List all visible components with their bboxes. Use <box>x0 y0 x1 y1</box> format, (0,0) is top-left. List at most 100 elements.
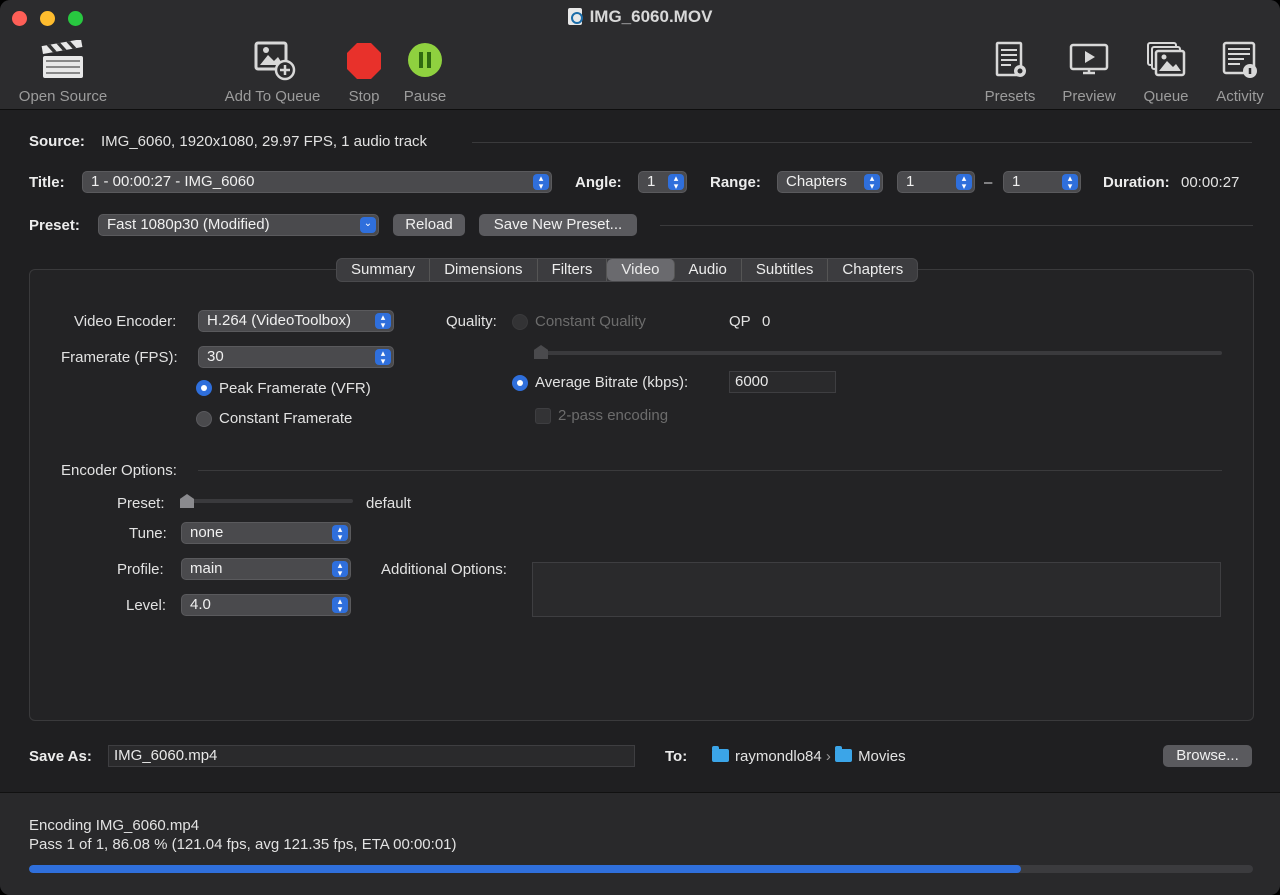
movie-file-icon <box>567 8 583 25</box>
tab-filters[interactable]: Filters <box>538 259 608 281</box>
framerate-value: 30 <box>207 348 224 365</box>
range-type-select[interactable]: Chapters ▴ ▾ <box>777 171 883 193</box>
preview-label: Preview <box>1062 88 1116 105</box>
add-to-queue-label: Add To Queue <box>224 88 321 105</box>
level-label: Level: <box>126 597 167 614</box>
app-window: IMG_6060.MOV Open Source Add To Queue St… <box>0 0 1280 895</box>
encoder-preset-slider-track[interactable] <box>181 499 353 503</box>
queue-button[interactable]: Queue <box>1138 40 1194 105</box>
additional-options-textarea[interactable] <box>532 562 1221 617</box>
movies-folder-icon <box>835 746 853 762</box>
qp-value: 0 <box>762 313 771 330</box>
preview-button[interactable]: Preview <box>1058 40 1120 105</box>
two-pass-checkbox[interactable] <box>535 408 551 424</box>
add-to-queue-button[interactable]: Add To Queue <box>220 40 325 105</box>
level-select[interactable]: 4.0 ▴ ▾ <box>181 594 351 616</box>
preset-select-value: Fast 1080p30 (Modified) <box>107 216 270 233</box>
pause-button[interactable]: Pause <box>400 40 450 105</box>
updown-arrow-icon: ▴ ▾ <box>332 597 348 614</box>
toolbar: IMG_6060.MOV Open Source Add To Queue St… <box>0 0 1280 110</box>
presets-icon <box>995 41 1026 77</box>
chevron-down-icon: ⌄ <box>360 217 376 233</box>
save-as-label: Save As: <box>29 748 92 765</box>
path-user: raymondlo84 <box>735 748 822 765</box>
updown-arrow-icon: ▴ ▾ <box>332 525 348 542</box>
save-as-input[interactable]: IMG_6060.mp4 <box>108 745 635 767</box>
encoder-options-divider <box>198 470 1222 471</box>
tab-subtitles[interactable]: Subtitles <box>742 259 829 281</box>
range-end-select[interactable]: 1 ▴ ▾ <box>1003 171 1081 193</box>
average-bitrate-input[interactable]: 6000 <box>729 371 836 393</box>
status-line-2: Pass 1 of 1, 86.08 % (121.04 fps, avg 12… <box>29 836 457 853</box>
video-encoder-label: Video Encoder: <box>74 313 177 330</box>
quality-slider-track[interactable] <box>536 351 1222 355</box>
duration-value: 00:00:27 <box>1181 174 1240 191</box>
presets-label: Presets <box>984 88 1036 105</box>
open-source-button[interactable]: Open Source <box>14 40 112 105</box>
open-source-label: Open Source <box>18 88 108 105</box>
reload-button[interactable]: Reload <box>393 214 465 236</box>
activity-button[interactable]: Activity <box>1208 40 1272 105</box>
add-to-queue-icon <box>254 41 295 81</box>
preview-icon <box>1069 43 1109 75</box>
title-select-value: 1 - 00:00:27 - IMG_6060 <box>91 173 255 190</box>
title-select[interactable]: 1 - 00:00:27 - IMG_6060 ▴ ▾ <box>82 171 552 193</box>
range-start-value: 1 <box>906 173 915 190</box>
updown-arrow-icon: ▴ ▾ <box>956 174 972 191</box>
destination-path[interactable]: raymondlo84 › Movies <box>712 746 906 765</box>
home-folder-icon <box>712 746 729 762</box>
presets-button[interactable]: Presets <box>980 40 1040 105</box>
tab-audio[interactable]: Audio <box>675 259 742 281</box>
updown-arrow-icon: ▴ ▾ <box>533 174 549 191</box>
video-settings-panel <box>29 269 1254 721</box>
updown-arrow-icon: ▴ ▾ <box>1062 174 1078 191</box>
tab-dimensions[interactable]: Dimensions <box>430 259 538 281</box>
path-folder: Movies <box>858 748 906 765</box>
tab-summary[interactable]: Summary <box>337 259 431 281</box>
framerate-label: Framerate (FPS): <box>61 349 178 366</box>
settings-tabs: Summary Dimensions Filters Video Audio S… <box>336 258 919 282</box>
average-bitrate-radio[interactable] <box>512 375 528 391</box>
tune-select[interactable]: none ▴ ▾ <box>181 522 351 544</box>
pause-label: Pause <box>403 88 447 105</box>
two-pass-label: 2-pass encoding <box>558 407 669 424</box>
framerate-select[interactable]: 30 ▴ ▾ <box>198 346 394 368</box>
to-label: To: <box>665 748 688 765</box>
title-label: Title: <box>29 174 65 191</box>
profile-value: main <box>190 560 223 577</box>
browse-button[interactable]: Browse... <box>1163 745 1252 767</box>
pause-icon <box>408 43 442 77</box>
profile-select[interactable]: main ▴ ▾ <box>181 558 351 580</box>
window-title: IMG_6060.MOV <box>0 7 1280 27</box>
average-bitrate-label: Average Bitrate (kbps): <box>535 374 689 391</box>
source-divider <box>472 142 1252 143</box>
constant-framerate-radio[interactable] <box>196 411 212 427</box>
source-info: IMG_6060, 1920x1080, 29.97 FPS, 1 audio … <box>101 133 428 150</box>
tune-value: none <box>190 524 224 541</box>
updown-arrow-icon: ▴ ▾ <box>332 561 348 578</box>
profile-label: Profile: <box>117 561 164 578</box>
video-encoder-select[interactable]: H.264 (VideoToolbox) ▴ ▾ <box>198 310 394 332</box>
stop-icon <box>347 43 381 79</box>
peak-framerate-label: Peak Framerate (VFR) <box>219 380 371 397</box>
peak-framerate-radio[interactable] <box>196 380 212 396</box>
angle-label: Angle: <box>575 174 622 191</box>
qp-label: QP <box>729 313 751 330</box>
tab-video[interactable]: Video <box>607 259 675 281</box>
preset-label: Preset: <box>29 217 80 234</box>
range-label: Range: <box>710 174 761 191</box>
save-new-preset-button[interactable]: Save New Preset... <box>479 214 637 236</box>
tune-label: Tune: <box>129 525 167 542</box>
tab-chapters[interactable]: Chapters <box>828 259 917 281</box>
angle-select[interactable]: 1 ▴ ▾ <box>638 171 687 193</box>
encoder-preset-label: Preset: <box>117 495 165 512</box>
window-title-text: IMG_6060.MOV <box>589 7 713 26</box>
additional-options-label: Additional Options: <box>381 561 507 578</box>
activity-label: Activity <box>1216 88 1264 105</box>
constant-quality-radio[interactable] <box>512 314 528 330</box>
updown-arrow-icon: ▴ ▾ <box>375 349 391 366</box>
preset-select[interactable]: Fast 1080p30 (Modified) ⌄ <box>98 214 379 236</box>
path-separator: › <box>825 748 831 765</box>
stop-button[interactable]: Stop <box>340 40 388 105</box>
range-start-select[interactable]: 1 ▴ ▾ <box>897 171 975 193</box>
